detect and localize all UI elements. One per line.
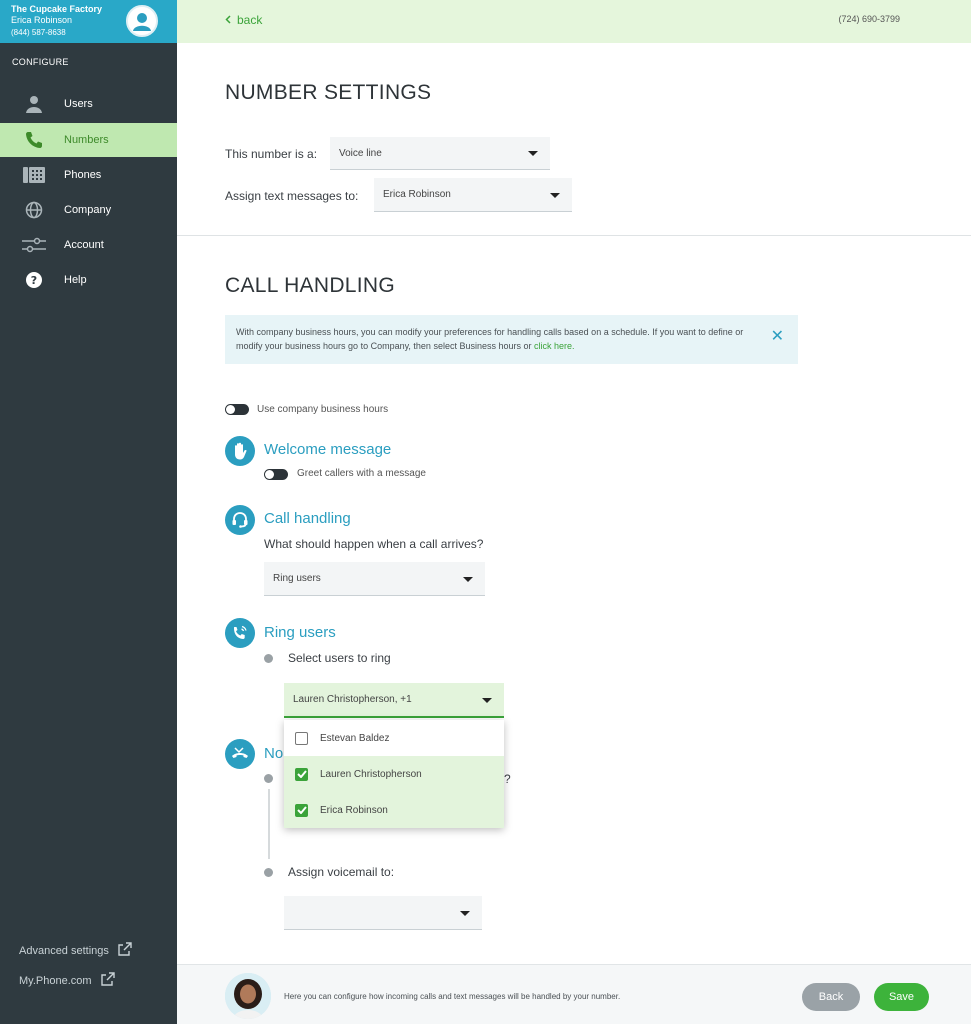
ring-users-dropdown: Estevan Baldez Lauren Christopherson Eri…	[284, 720, 504, 828]
voicemail-label: Assign voicemail to:	[288, 865, 395, 879]
sidebar: The Cupcake Factory Erica Robinson (844)…	[0, 0, 177, 1024]
footer-bar: Here you can configure how incoming call…	[177, 964, 971, 1024]
phone-icon	[22, 130, 46, 150]
sidebar-item-label: Help	[64, 274, 87, 286]
assign-texts-label: Assign text messages to:	[225, 189, 359, 203]
advanced-settings-label: Advanced settings	[19, 944, 109, 957]
back-label: back	[237, 13, 263, 27]
sidebar-item-account[interactable]: Account	[0, 228, 177, 262]
main-content: NUMBER SETTINGS This number is a: Voice …	[177, 43, 971, 964]
step-connector	[268, 789, 270, 859]
assistant-avatar	[225, 973, 271, 1019]
caret-down-icon	[482, 697, 492, 703]
greet-callers-label: Greet callers with a message	[297, 468, 426, 479]
greet-callers-toggle[interactable]	[264, 469, 288, 480]
caret-down-icon	[528, 151, 538, 156]
user-option[interactable]: Estevan Baldez	[284, 720, 504, 756]
ring-users-title: Ring users	[264, 624, 336, 641]
advanced-settings-link[interactable]: Advanced settings	[19, 941, 133, 960]
assign-texts-select[interactable]: Erica Robinson	[374, 178, 572, 212]
back-button[interactable]: Back	[802, 983, 860, 1011]
number-type-select[interactable]: Voice line	[330, 137, 550, 170]
checkbox[interactable]	[295, 731, 308, 745]
call-arrives-question: What should happen when a call arrives?	[264, 537, 484, 551]
ring-users-select[interactable]: Lauren Christopherson, +1	[284, 683, 504, 718]
sidebar-item-label: Numbers	[64, 134, 109, 146]
my-phone-link[interactable]: My.Phone.com	[19, 971, 116, 990]
no-answer-question: ?	[504, 772, 511, 786]
sidebar-item-label: Users	[64, 98, 93, 110]
user-option-label: Lauren Christopherson	[320, 768, 422, 780]
sidebar-item-label: Company	[64, 204, 112, 216]
number-settings-title: NUMBER SETTINGS	[225, 81, 432, 104]
business-hours-info: With company business hours, you can mod…	[225, 315, 798, 364]
checkbox-checked[interactable]	[295, 803, 308, 817]
back-link[interactable]: back	[225, 13, 262, 27]
globe-icon	[22, 200, 46, 220]
headset-icon	[225, 505, 255, 535]
user-option-label: Estevan Baldez	[320, 732, 390, 744]
checkbox-checked[interactable]	[295, 767, 308, 781]
number-type-label: This number is a:	[225, 147, 318, 161]
click-here-link[interactable]: click here.	[534, 341, 575, 351]
hand-wave-icon	[225, 436, 255, 466]
footer-hint: Here you can configure how incoming call…	[284, 992, 621, 1001]
external-link-icon	[100, 971, 116, 990]
account-header[interactable]: The Cupcake Factory Erica Robinson (844)…	[0, 0, 177, 43]
user-icon	[22, 94, 46, 114]
user-option[interactable]: Lauren Christopherson	[284, 756, 504, 792]
call-handling-title: CALL HANDLING	[225, 274, 396, 297]
call-action-select[interactable]: Ring users	[264, 562, 485, 596]
caret-down-icon	[460, 910, 470, 916]
call-handling-section-title: Call handling	[264, 510, 351, 527]
no-answer-title: No	[264, 745, 284, 762]
step-bullet	[264, 868, 273, 877]
ring-users-value: Lauren Christopherson, +1	[293, 694, 412, 705]
sidebar-item-help[interactable]: ? Help	[0, 263, 177, 297]
user-option[interactable]: Erica Robinson	[284, 792, 504, 828]
desk-phone-icon	[22, 165, 46, 185]
user-option-label: Erica Robinson	[320, 804, 388, 816]
my-phone-label: My.Phone.com	[19, 974, 92, 987]
sidebar-item-label: Phones	[64, 169, 102, 181]
external-link-icon	[117, 941, 133, 960]
select-users-label: Select users to ring	[288, 651, 391, 665]
sidebar-item-company[interactable]: Company	[0, 193, 177, 227]
assign-texts-value: Erica Robinson	[383, 189, 451, 200]
step-bullet	[264, 774, 273, 783]
current-number: (724) 690-3799	[838, 14, 900, 24]
business-hours-toggle[interactable]	[225, 404, 249, 415]
sidebar-item-label: Account	[64, 239, 104, 251]
ringing-phone-icon	[225, 618, 255, 648]
voicemail-select[interactable]	[284, 896, 482, 930]
caret-down-icon	[550, 192, 560, 198]
sliders-icon	[22, 235, 46, 255]
close-icon[interactable]: ✕	[771, 329, 784, 345]
save-button[interactable]: Save	[874, 983, 929, 1011]
caret-down-icon	[463, 576, 473, 582]
sidebar-item-users[interactable]: Users	[0, 87, 177, 121]
top-bar: back (724) 690-3799	[177, 0, 971, 43]
section-divider	[177, 235, 971, 236]
chevron-left-icon	[225, 13, 231, 27]
avatar-icon[interactable]	[126, 5, 158, 37]
svg-text:?: ?	[31, 274, 37, 287]
missed-call-icon	[225, 739, 255, 769]
info-text: With company business hours, you can mod…	[236, 327, 744, 351]
business-hours-toggle-label: Use company business hours	[257, 404, 389, 415]
call-action-value: Ring users	[273, 573, 321, 584]
sidebar-item-phones[interactable]: Phones	[0, 158, 177, 192]
number-type-value: Voice line	[339, 147, 382, 159]
welcome-message-title: Welcome message	[264, 441, 392, 458]
sidebar-item-numbers[interactable]: Numbers	[0, 123, 177, 157]
step-bullet	[264, 654, 273, 663]
help-icon: ?	[22, 270, 46, 290]
